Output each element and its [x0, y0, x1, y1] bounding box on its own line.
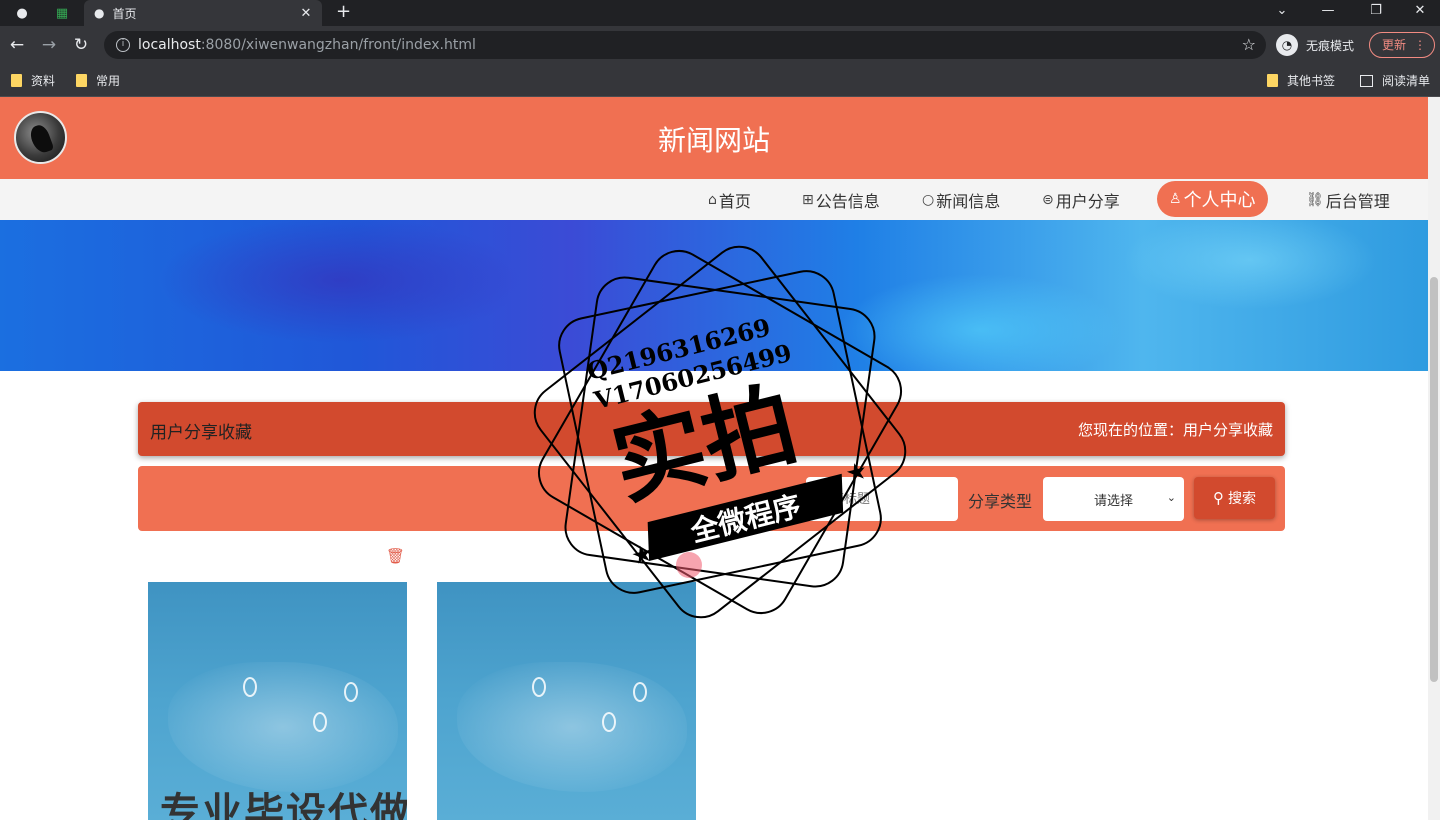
nav-share[interactable]: ⊜ 用户分享 [1042, 185, 1120, 215]
location-pin-icon [633, 682, 647, 702]
share-icon: ⊜ [1042, 192, 1054, 208]
close-window-button[interactable]: ✕ [1400, 0, 1440, 26]
bookmarks-bar: 资料 常用 其他书签 阅读清单 [0, 64, 1440, 97]
nav-label: 后台管理 [1325, 192, 1390, 211]
incognito-indicator[interactable]: ◔ 无痕模式 [1276, 32, 1354, 58]
update-label: 更新 [1382, 38, 1407, 52]
search-button[interactable]: ⚲ 搜索 [1194, 477, 1275, 519]
location-pin-icon [313, 712, 327, 732]
nav-home[interactable]: ⌂ 首页 [708, 185, 751, 215]
breadcrumb-position: 您现在的位置：用户分享收藏 [1077, 421, 1273, 439]
globe-icon: ● [94, 6, 105, 20]
nav-news[interactable]: ○ 新闻信息 [922, 185, 1000, 215]
link-icon: ⛓ [1306, 192, 1324, 208]
restore-button[interactable]: ❐ [1356, 0, 1396, 26]
select-value: 请选择 [1093, 493, 1133, 509]
forward-button[interactable]: → [38, 34, 60, 56]
news-icon: ○ [922, 192, 935, 208]
reading-list[interactable]: 阅读清单 [1360, 72, 1430, 89]
nav-label: 个人中心 [1183, 190, 1256, 211]
home-icon: ⌂ [708, 192, 717, 208]
chevron-down-icon: ⌄ [1166, 491, 1176, 504]
share-type-label: 分享类型 [968, 492, 1033, 511]
web-page: 新闻网站 ⌂ 首页 ⊞ 公告信息 ○ 新闻信息 ⊜ 用户分享 ♙ 个人中心 ⛓ … [0, 97, 1428, 820]
share-card[interactable] [437, 582, 696, 820]
bookmark-label: 常用 [96, 74, 121, 88]
reload-button[interactable]: ↻ [70, 34, 92, 56]
folder-icon [1267, 74, 1278, 87]
trash-icon[interactable]: 🗑 [386, 547, 405, 565]
close-icon[interactable]: ✕ [296, 6, 316, 21]
main-nav: ⌂ 首页 ⊞ 公告信息 ○ 新闻信息 ⊜ 用户分享 ♙ 个人中心 ⛓ 后台管理 [0, 179, 1428, 220]
folder-icon [76, 74, 87, 87]
nav-notice[interactable]: ⊞ 公告信息 [802, 185, 880, 215]
globe-icon[interactable]: ● [12, 3, 32, 23]
sheets-tab-icon[interactable]: ▦ [52, 3, 72, 23]
section-title: 用户分享收藏 [150, 423, 252, 443]
tab-title: 首页 [112, 6, 137, 21]
scrollbar-thumb[interactable] [1430, 277, 1438, 682]
tab-search-icon[interactable]: ⌄ [1262, 0, 1302, 26]
map-illustration [457, 662, 687, 792]
user-icon: ♙ [1169, 191, 1182, 207]
folder-icon [11, 74, 22, 87]
location-pin-icon [243, 677, 257, 697]
browser-tab-bar: ● ▦ ● 首页 ✕ + ⌄ — ❐ ✕ [0, 0, 1440, 26]
bookmark-folder[interactable]: 其他书签 [1267, 72, 1335, 89]
card-caption: 专业毕设代做 [160, 790, 407, 820]
share-card[interactable]: 专业毕设代做 [148, 582, 407, 820]
page-scrollbar[interactable] [1428, 97, 1440, 820]
back-button[interactable]: ← [6, 34, 28, 56]
bookmark-folder[interactable]: 常用 [76, 72, 120, 89]
reading-list-icon [1360, 74, 1373, 87]
search-icon: ⚲ [1213, 489, 1224, 507]
nav-label: 新闻信息 [936, 192, 1001, 211]
nav-user-center[interactable]: ♙ 个人中心 [1157, 181, 1268, 217]
share-type-select[interactable]: 请选择 ⌄ [1043, 477, 1184, 521]
update-button[interactable]: 更新 ⋮ [1369, 32, 1435, 58]
minimize-button[interactable]: — [1308, 0, 1348, 26]
star-icon: ★ [628, 538, 656, 570]
location-pin-icon [344, 682, 358, 702]
info-icon[interactable]: i [116, 38, 130, 52]
notice-icon: ⊞ [802, 192, 814, 208]
new-tab-button[interactable]: + [336, 0, 351, 26]
search-button-label: 搜索 [1228, 491, 1256, 507]
nav-label: 公告信息 [815, 192, 880, 211]
bookmark-folder[interactable]: 资料 [11, 72, 55, 89]
more-icon: ⋮ [1414, 38, 1426, 52]
nav-admin[interactable]: ⛓ 后台管理 [1306, 185, 1390, 215]
site-header: 新闻网站 [0, 97, 1428, 179]
breadcrumb: 用户分享收藏 您现在的位置：用户分享收藏 [138, 402, 1285, 456]
incognito-icon: ◔ [1276, 34, 1298, 56]
browser-tab-active[interactable]: ● 首页 ✕ [84, 0, 322, 26]
bookmark-label: 资料 [31, 74, 56, 88]
mouse-cursor [676, 552, 702, 578]
share-title-input[interactable] [806, 477, 958, 521]
address-bar[interactable]: i localhost:8080/xiwenwangzhan/front/ind… [104, 31, 1266, 59]
search-bar: 分享类型 请选择 ⌄ ⚲ 搜索 [138, 466, 1285, 531]
site-title: 新闻网站 [657, 124, 770, 157]
bookmark-label: 其他书签 [1287, 74, 1336, 88]
browser-toolbar: ← → ↻ i localhost:8080/xiwenwangzhan/fro… [0, 26, 1440, 64]
star-icon[interactable]: ☆ [1242, 35, 1256, 54]
bookmark-label: 阅读清单 [1382, 74, 1431, 88]
location-pin-icon [602, 712, 616, 732]
hero-banner [0, 220, 1428, 371]
map-illustration [168, 662, 398, 792]
url-host: localhost [138, 37, 201, 53]
url-path: :8080/xiwenwangzhan/front/index.html [200, 37, 476, 53]
nav-label: 首页 [718, 192, 751, 211]
incognito-label: 无痕模式 [1306, 38, 1355, 53]
location-pin-icon [532, 677, 546, 697]
nav-label: 用户分享 [1055, 192, 1120, 211]
